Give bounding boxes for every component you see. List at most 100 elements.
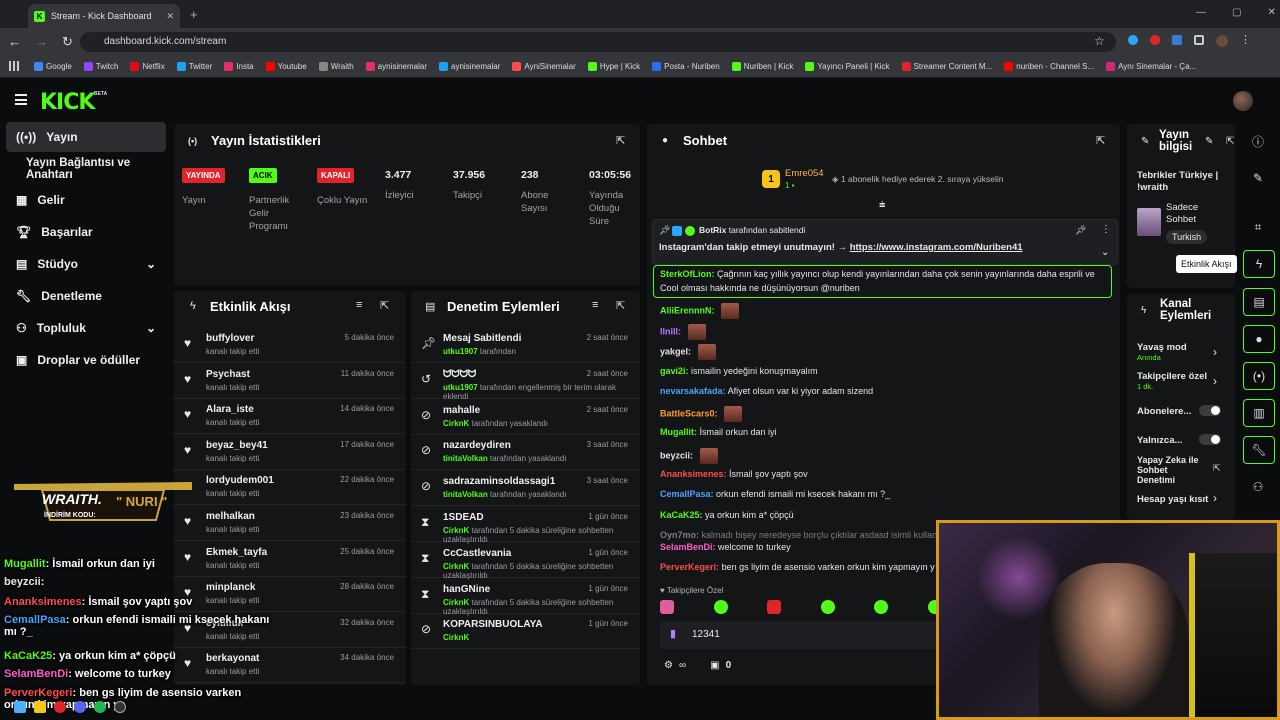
moderation-target[interactable]: CcCastlevania [443,548,511,559]
chrome-icon[interactable] [54,701,66,713]
moderation-target[interactable]: Mesaj Sabitlendi [443,333,521,344]
activity-user[interactable]: melhalkan [206,511,255,522]
popout-icon[interactable]: ⇱ [380,299,389,312]
activity-user[interactable]: buffylover [206,333,254,344]
activity-row[interactable]: ♥ lordyudem001 kanalı takip etti 22 daki… [174,469,406,506]
bookmark-item[interactable]: aynisinemalar [365,62,427,71]
sidebar-item-stream-key[interactable]: Yayın Bağlantısı ve Anahtarı [6,154,176,184]
sidebar-item-denetleme[interactable]: 🔧︎ Denetleme [6,281,166,311]
address-bar[interactable]: dashboard.kick.com/stream [80,32,1116,52]
chat-username[interactable]: SterkOfLion: [660,269,715,279]
bookmark-item[interactable]: Yayıncı Paneli | Kick [805,62,890,71]
activity-user[interactable]: minplanck [206,582,255,593]
bookmark-item[interactable]: Streamer Content M... [901,62,992,71]
chat-input[interactable]: ▮ 12341 [660,621,942,649]
pinned-link[interactable]: https://www.instagram.com/Nuriben41 [850,242,1023,253]
pencil-icon[interactable]: ✎ [1240,164,1276,192]
channel-action-slow-mode[interactable]: Yavaş mod Anında › [1137,342,1227,370]
chat-username[interactable]: yakgel: [660,346,691,356]
moderator-name[interactable]: tinitaVolkan [443,454,488,463]
moderation-target[interactable]: hanGNine [443,584,490,595]
reload-icon[interactable]: ↻ [62,34,73,50]
filter-icon[interactable]: ≡ [356,299,362,311]
activity-row[interactable]: ♥ Ekmek_tayfa kanalı takip etti 25 dakik… [174,541,406,577]
unpin-icon[interactable]: 📌︎ [1075,225,1086,236]
tab-close-icon[interactable]: ✕ [166,11,174,22]
chat-username[interactable]: gavi2i: [660,366,689,376]
bookmark-item[interactable]: Twitch [83,62,118,71]
activity-row[interactable]: ♥ minplanck kanalı takip etti 28 dakika … [174,576,406,613]
new-tab-icon[interactable]: + [190,7,198,22]
emote-icon[interactable] [767,600,782,614]
chat-username[interactable]: CemallPasa: [660,489,714,499]
chat-toggle-icon[interactable]: ● [1243,325,1275,353]
sidebar-item-droplar[interactable]: ▣ Droplar ve ödüller [6,345,166,375]
popout-icon[interactable]: ⇱ [616,134,625,147]
community-icon[interactable]: ⚇ [1240,473,1276,501]
moderation-row[interactable]: ⊘ KOPARSINBUOLAYA CirknK 1 gün önce [411,613,640,650]
activity-row[interactable]: ♥ melhalkan kanalı takip etti 23 dakika … [174,505,406,541]
wrench-toggle-icon[interactable]: 🔧︎ [1243,436,1275,464]
profile-icon[interactable] [1216,35,1228,47]
popout-icon[interactable]: ⇱ [616,299,625,312]
gift-leader-name[interactable]: Emre054 [785,168,824,179]
bookmark-item[interactable]: AyniSinemalar [512,62,576,71]
emote-icon[interactable] [660,600,674,614]
kick-logo[interactable]: KICK [40,90,95,115]
sidebar-item-yayin[interactable]: ((•)) Yayın [6,122,166,152]
chat-username[interactable]: beyzcii: [660,450,693,460]
moderation-target[interactable]: mahalle [443,405,480,416]
moderator-name[interactable]: utku1907 [443,383,478,392]
category-name[interactable]: Sadece Sohbet [1166,202,1226,226]
obs-icon[interactable] [114,701,126,713]
chat-username[interactable]: SelamBenDi: [660,542,716,552]
chat-username[interactable]: Oyn7mo: [660,530,699,540]
popout-icon[interactable]: ⇱ [1096,134,1105,147]
channel-action-followers-only[interactable]: Takipçilere özel 1 dk. › [1137,371,1227,399]
browser-tab[interactable]: K Stream - Kick Dashboard ✕ [28,4,180,28]
sidebar-item-basarilar[interactable]: 🏆︎ Başarılar [6,217,166,247]
toggle-switch[interactable] [1199,434,1221,445]
activity-row[interactable]: ♥ beyaz_bey41 kanalı takip etti 17 dakik… [174,434,406,470]
puzzle-icon[interactable] [1194,35,1204,45]
channel-action-subscribers-only[interactable]: Abonelere... [1137,405,1227,419]
edit-icon[interactable]: ✎ [1205,136,1213,147]
activity-user[interactable]: Psychast [206,369,250,380]
info-icon[interactable]: ⓘ [1240,127,1276,155]
emote-icon[interactable] [820,600,835,614]
moderator-name[interactable]: utku1907 [443,347,478,356]
user-avatar[interactable] [1233,91,1253,111]
channel-action-ai-moderation[interactable]: Yapay Zeka ile Sohbet Denetimi ⇱ [1137,455,1227,485]
menu-dots-icon[interactable]: ⋮ [1240,35,1251,47]
more-icon[interactable]: ⋮ [1101,224,1111,235]
activity-row[interactable]: ♥ buffylover kanalı takip etti 5 dakika … [174,327,406,363]
bookmark-item[interactable]: Youtube [265,62,307,71]
spotify-icon[interactable] [94,701,106,713]
moderator-name[interactable]: CirknK [443,419,469,428]
bookmark-item[interactable]: Netflix [130,62,165,71]
moderation-row[interactable]: ⊘ sadrazaminsoldassagi1 tinitaVolkan tar… [411,470,640,507]
moderation-row[interactable]: ↺ ᗢᗢᗢᗢ utku1907 tarafından engellenmiş b… [411,363,640,401]
bookmark-item[interactable]: Nuriben | Kick [731,62,793,71]
sidebar-item-studyo[interactable]: ▤ Stüdyo ⌄ [6,249,166,279]
maximize-icon[interactable]: ▢ [1232,7,1241,18]
sidebar-item-gelir[interactable]: ▦ Gelir [6,185,166,215]
moderation-target[interactable]: ᗢᗢᗢᗢ [443,369,476,380]
bookmark-item[interactable]: Hype | Kick [587,62,640,71]
activity-user[interactable]: Alara_iste [206,404,254,415]
chat-username[interactable]: AliiErennnN: [660,305,715,315]
emote-icon[interactable] [874,600,889,614]
discord-icon[interactable] [74,701,86,713]
moderator-name[interactable]: CirknK [443,598,469,607]
filter-icon[interactable]: ≡ [592,299,598,311]
bookmark-item[interactable]: Posta - Nuriben [652,62,720,71]
moderation-target[interactable]: nazardeydiren [443,440,511,451]
gift-box-icon[interactable]: ▣ [710,660,719,671]
crop-icon[interactable]: ⌗ [1240,213,1276,241]
chat-username[interactable]: nevarsakafada: [660,386,726,396]
broadcast-toggle-icon[interactable]: (•) [1243,362,1275,390]
chat-username[interactable]: Mugallit: [660,427,697,437]
mic-icon[interactable]: ▮ [670,627,676,640]
moderator-name[interactable]: tinitaVolkan [443,490,488,499]
moderator-name[interactable]: CirknK [443,526,469,535]
